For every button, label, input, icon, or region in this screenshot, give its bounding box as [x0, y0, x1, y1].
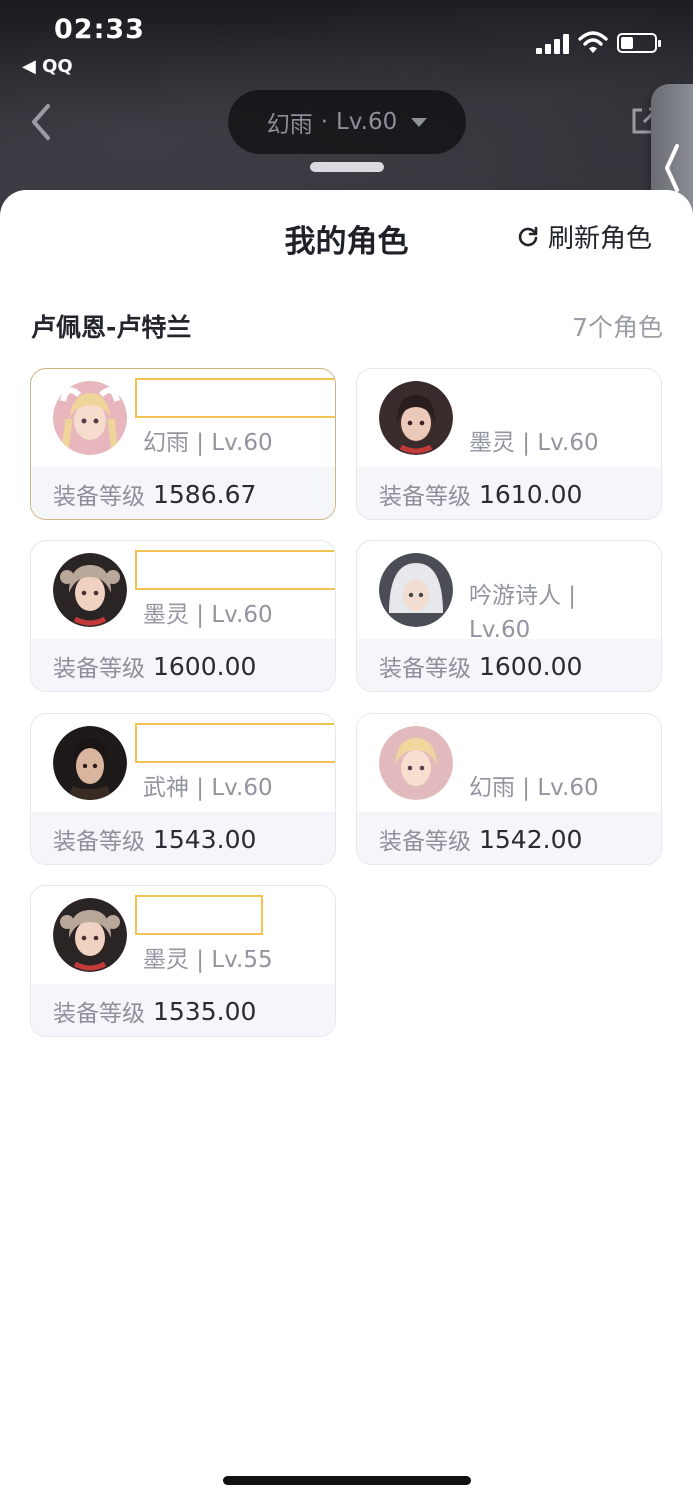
gear-level-value: 1600.00	[153, 651, 257, 681]
character-class-level: 墨灵 | Lv.55	[143, 947, 273, 973]
character-class-level: 墨灵 | Lv.60	[143, 602, 273, 628]
redacted-name	[135, 378, 335, 418]
gear-level-label: 装备等级	[379, 484, 471, 510]
avatar	[379, 553, 453, 627]
gear-level-value: 1543.00	[153, 824, 257, 854]
nav-level: Lv.60	[336, 109, 398, 135]
character-class-level: 墨灵 | Lv.60	[469, 430, 599, 456]
sheet-drag-handle[interactable]	[310, 162, 384, 172]
character-class-level: 吟游诗人 | Lv.60	[469, 583, 577, 639]
avatar	[379, 381, 453, 455]
back-to-app-link[interactable]: ◀ QQ	[22, 56, 73, 77]
character-card[interactable]: 幻雨 | Lv.60 装备等级 1586.67	[30, 368, 336, 520]
refresh-characters-button[interactable]: 刷新角色	[516, 218, 652, 255]
back-arrow-icon[interactable]	[22, 100, 62, 144]
dropdown-caret-icon	[411, 117, 428, 127]
avatar	[53, 553, 127, 627]
character-card[interactable]: 武神 | Lv.60 装备等级 1543.00	[30, 713, 336, 865]
refresh-icon	[518, 226, 538, 246]
avatar	[53, 726, 127, 800]
character-class-level: 幻雨 | Lv.60	[469, 775, 599, 801]
status-time: 02:33	[54, 14, 145, 45]
avatar	[379, 726, 453, 800]
character-card[interactable]: 墨灵 | Lv.60 装备等级 1610.00	[356, 368, 662, 520]
gear-level-value: 1535.00	[153, 996, 257, 1026]
home-indicator	[223, 1476, 471, 1485]
gear-level-value: 1610.00	[479, 479, 583, 509]
status-bar: 02:33 ◀ QQ	[0, 0, 693, 80]
character-class-level: 武神 | Lv.60	[143, 775, 273, 801]
nav-separator: ·	[320, 109, 329, 135]
character-class-level: 幻雨 | Lv.60	[143, 430, 273, 456]
gear-level-label: 装备等级	[53, 829, 145, 855]
cellular-signal-icon	[536, 34, 570, 54]
character-card[interactable]: 墨灵 | Lv.55 装备等级 1535.00	[30, 885, 336, 1037]
character-card[interactable]: 幻雨 | Lv.60 装备等级 1542.00	[356, 713, 662, 865]
gear-level-label: 装备等级	[379, 829, 471, 855]
gear-level-label: 装备等级	[53, 656, 145, 682]
gear-level-label: 装备等级	[53, 1001, 145, 1027]
character-switcher[interactable]: 幻雨 · Lv.60	[228, 90, 466, 154]
server-name: 卢佩恩-卢特兰	[31, 313, 192, 342]
gear-level-value: 1586.67	[153, 479, 257, 509]
avatar	[53, 898, 127, 972]
nav-character-name: 幻雨	[266, 112, 313, 138]
character-card[interactable]: 吟游诗人 | Lv.60 装备等级 1600.00	[356, 540, 662, 692]
gear-level-value: 1542.00	[479, 824, 583, 854]
wifi-icon	[578, 31, 608, 53]
gear-level-label: 装备等级	[379, 656, 471, 682]
redacted-name	[135, 550, 335, 590]
gear-level-value: 1600.00	[479, 651, 583, 681]
redacted-name	[135, 723, 335, 763]
battery-icon	[617, 33, 661, 53]
avatar	[53, 381, 127, 455]
server-row: 卢佩恩-卢特兰 7个角色	[31, 308, 663, 344]
refresh-label: 刷新角色	[548, 224, 653, 254]
role-count: 7个角色	[572, 313, 663, 342]
character-card[interactable]: 墨灵 | Lv.60 装备等级 1600.00	[30, 540, 336, 692]
gear-level-label: 装备等级	[53, 484, 145, 510]
redacted-name	[135, 895, 263, 935]
my-characters-sheet: 我的角色 刷新角色 卢佩恩-卢特兰 7个角色 幻雨 | Lv.60 装备等级 1…	[0, 190, 693, 1500]
